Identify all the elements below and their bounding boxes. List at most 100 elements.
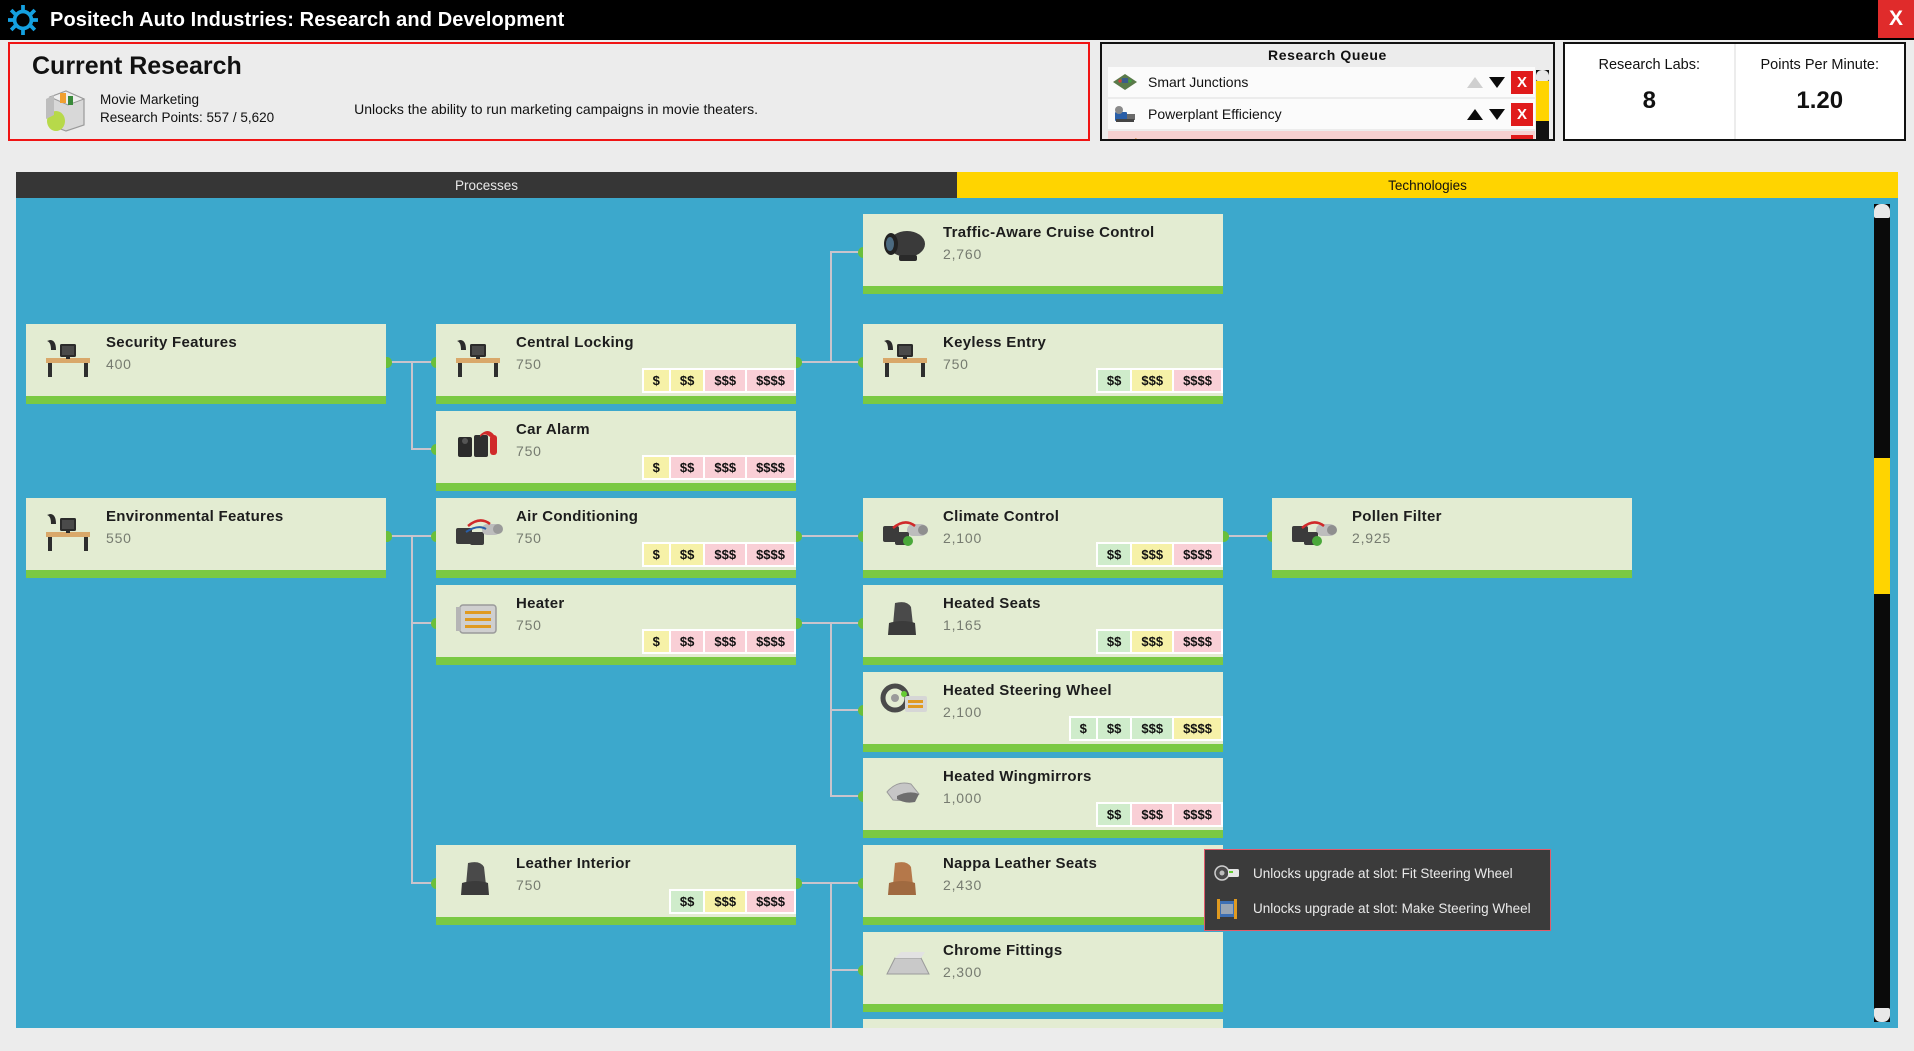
queue-move-down-button[interactable] bbox=[1486, 70, 1508, 94]
research-queue-item[interactable]: Advanced re-tooling X bbox=[1108, 131, 1535, 141]
price-tier: $$$$ bbox=[1174, 804, 1221, 825]
tree-connector bbox=[830, 251, 832, 363]
tech-node-heater[interactable]: Heater750$$$$$$$$$$ bbox=[436, 585, 796, 665]
tech-node-cost: 400 bbox=[106, 356, 132, 372]
research-queue-panel: Research Queue Smart JunctionsXPowerplan… bbox=[1100, 42, 1555, 141]
tech-node-heated_wingmirrors[interactable]: Heated Wingmirrors1,000$$$$$$$$$ bbox=[863, 758, 1223, 838]
tab-bar: Processes Technologies bbox=[16, 172, 1898, 198]
tech-node-clipped_node[interactable] bbox=[863, 1019, 1223, 1028]
research-desk-icon bbox=[40, 332, 96, 378]
tech-node-price-tiers: $$$$$$$$$$ bbox=[642, 368, 796, 393]
queue-item-label: Advanced re-tooling bbox=[1148, 138, 1464, 141]
scroll-up-button[interactable] bbox=[1874, 204, 1890, 218]
tech-node-security_features[interactable]: Security Features400 bbox=[26, 324, 386, 404]
scroll-down-button[interactable] bbox=[1874, 1008, 1890, 1022]
tech-node-price-tiers: $$$$$$$$$$ bbox=[642, 542, 796, 567]
smart-junctions-icon bbox=[1112, 71, 1138, 93]
tech-node-car_alarm[interactable]: Car Alarm750$$$$$$$$$$ bbox=[436, 411, 796, 491]
tech-node-traffic_aware_cruise_control[interactable]: Traffic-Aware Cruise Control2,760 bbox=[863, 214, 1223, 294]
seat-icon bbox=[450, 853, 506, 899]
tech-node-name: Heated Seats bbox=[943, 595, 1041, 612]
tech-node-name: Traffic-Aware Cruise Control bbox=[943, 224, 1155, 241]
pollen-filter-icon bbox=[1286, 506, 1342, 552]
price-tier: $$$ bbox=[705, 544, 745, 565]
tech-node-progress-bar bbox=[436, 917, 796, 925]
seat-icon bbox=[877, 593, 933, 639]
technology-tree-canvas[interactable]: Traffic-Aware Cruise Control2,760 Securit… bbox=[16, 198, 1898, 1028]
stat-research-labs: Research Labs: 8 bbox=[1565, 44, 1734, 139]
queue-remove-button[interactable]: X bbox=[1511, 135, 1533, 142]
price-tier: $ bbox=[1071, 718, 1096, 739]
tech-node-name: Air Conditioning bbox=[516, 508, 638, 525]
price-tier: $$$$ bbox=[747, 891, 794, 912]
tech-node-progress-bar bbox=[26, 570, 386, 578]
tech-node-cost: 2,100 bbox=[943, 530, 982, 546]
tech-node-pollen_filter[interactable]: Pollen Filter 2,925 bbox=[1272, 498, 1632, 578]
queue-remove-button[interactable]: X bbox=[1511, 103, 1533, 126]
price-tier: $ bbox=[644, 457, 669, 478]
tech-node-name: Nappa Leather Seats bbox=[943, 855, 1097, 872]
queue-move-up-button[interactable] bbox=[1464, 134, 1486, 141]
camera-sensor-icon bbox=[877, 222, 933, 268]
tech-node-name: Heater bbox=[516, 595, 565, 612]
tech-node-progress-bar bbox=[863, 917, 1223, 925]
research-queue-item[interactable]: Smart JunctionsX bbox=[1108, 67, 1535, 97]
tech-node-heated_seats[interactable]: Heated Seats1,165$$$$$$$$$ bbox=[863, 585, 1223, 665]
tooltip-row: Unlocks upgrade at slot: Make Steering W… bbox=[1213, 891, 1542, 926]
leather-seat-icon bbox=[877, 853, 933, 899]
tech-node-heated_steering_wheel[interactable]: Heated Steering Wheel2,100$$$$$$$$$$ bbox=[863, 672, 1223, 752]
research-queue-scrollbar[interactable] bbox=[1536, 70, 1549, 140]
tech-node-progress-bar bbox=[863, 286, 1223, 294]
queue-move-up-button[interactable] bbox=[1464, 102, 1486, 126]
queue-move-up-button[interactable] bbox=[1464, 70, 1486, 94]
heater-icon bbox=[450, 593, 506, 639]
tech-tooltip: Unlocks upgrade at slot: Fit Steering Wh… bbox=[1204, 849, 1551, 931]
research-desk-icon bbox=[450, 332, 506, 378]
tab-technologies[interactable]: Technologies bbox=[957, 172, 1898, 198]
price-tier: $$$$ bbox=[1174, 370, 1221, 391]
close-button[interactable]: X bbox=[1878, 0, 1914, 38]
research-desk-icon bbox=[877, 332, 933, 378]
price-tier: $ bbox=[644, 370, 669, 391]
tech-node-cost: 750 bbox=[516, 356, 542, 372]
tech-node-price-tiers: $$$$$$$$$ bbox=[1096, 368, 1223, 393]
queue-scroll-up-cap[interactable] bbox=[1536, 70, 1549, 81]
tech-node-air_conditioning[interactable]: Air Conditioning750$$$$$$$$$$ bbox=[436, 498, 796, 578]
car-alarm-icon bbox=[450, 419, 506, 465]
tech-node-keyless_entry[interactable]: Keyless Entry750$$$$$$$$$ bbox=[863, 324, 1223, 404]
tech-node-climate_control[interactable]: Climate Control2,100$$$$$$$$$ bbox=[863, 498, 1223, 578]
price-tier: $$ bbox=[1098, 544, 1130, 565]
tab-processes[interactable]: Processes bbox=[16, 172, 957, 198]
research-queue-item[interactable]: Powerplant Efficiency X bbox=[1108, 99, 1535, 129]
triangle-down-icon bbox=[1489, 109, 1505, 120]
triangle-up-icon bbox=[1467, 77, 1483, 88]
research-queue-title: Research Queue bbox=[1102, 44, 1553, 67]
tree-vertical-scrollbar[interactable] bbox=[1874, 204, 1890, 1022]
tech-node-name: Pollen Filter bbox=[1352, 508, 1442, 525]
tech-node-name: Heated Steering Wheel bbox=[943, 682, 1112, 699]
tooltip-line-1: Unlocks upgrade at slot: Fit Steering Wh… bbox=[1253, 866, 1513, 881]
queue-move-down-button[interactable] bbox=[1486, 102, 1508, 126]
stat-points-per-minute-value: 1.20 bbox=[1796, 87, 1843, 115]
tech-node-progress-bar bbox=[863, 570, 1223, 578]
queue-move-down-button[interactable] bbox=[1486, 134, 1508, 141]
tech-node-chrome_fittings[interactable]: Chrome Fittings2,300 bbox=[863, 932, 1223, 1012]
queue-item-label: Powerplant Efficiency bbox=[1148, 106, 1464, 122]
tech-node-cost: 2,925 bbox=[1352, 530, 1391, 546]
tech-node-nappa_leather_seats[interactable]: Nappa Leather Seats2,430 bbox=[863, 845, 1223, 925]
price-tier: $$ bbox=[671, 457, 703, 478]
wingmirror-icon bbox=[877, 766, 933, 812]
tech-node-progress-bar bbox=[863, 657, 1223, 665]
queue-remove-button[interactable]: X bbox=[1511, 71, 1533, 94]
tech-node-name: Keyless Entry bbox=[943, 334, 1046, 351]
price-tier: $$$ bbox=[1132, 718, 1172, 739]
tech-node-leather_interior[interactable]: Leather Interior750$$$$$$$$$ bbox=[436, 845, 796, 925]
tech-node-environmental_features[interactable]: Environmental Features550 bbox=[26, 498, 386, 578]
price-tier: $ bbox=[644, 544, 669, 565]
tech-node-central_locking[interactable]: Central Locking750$$$$$$$$$$ bbox=[436, 324, 796, 404]
queue-scroll-thumb[interactable] bbox=[1536, 81, 1549, 121]
price-tier: $$$$ bbox=[747, 370, 794, 391]
tech-node-progress-bar bbox=[436, 483, 796, 491]
tech-node-name: Leather Interior bbox=[516, 855, 631, 872]
scroll-thumb[interactable] bbox=[1874, 458, 1890, 594]
